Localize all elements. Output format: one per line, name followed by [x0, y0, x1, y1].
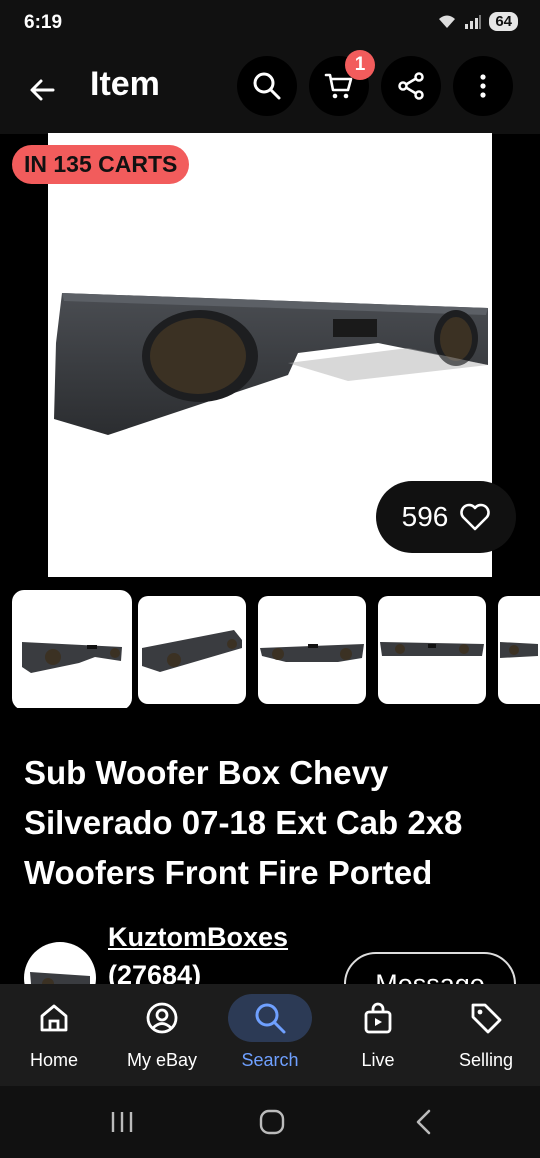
nav-home[interactable]: Home [0, 984, 108, 1086]
page-title: Item [90, 65, 160, 103]
image-thumbnail-strip[interactable] [0, 590, 540, 708]
watchers-count: 596 [401, 501, 449, 532]
back-button[interactable] [20, 68, 64, 112]
item-title: Sub Woofer Box Chevy Silverado 07-18 Ext… [24, 754, 463, 891]
signal-icon [465, 14, 482, 29]
thumbnail-5[interactable] [498, 596, 540, 704]
thumbnail-image [380, 642, 484, 656]
thumbnail-image [142, 630, 242, 672]
seller-name-link[interactable]: KuztomBoxes [108, 922, 288, 953]
user-circle-icon [146, 1002, 178, 1034]
thumbnail-image [22, 642, 122, 673]
nav-my-ebay[interactable]: My eBay [108, 984, 216, 1086]
wifi-icon [439, 15, 456, 28]
arrow-left-icon [30, 79, 55, 101]
recent-apps-icon [111, 1112, 133, 1132]
more-vertical-icon [480, 74, 486, 98]
nav-selling[interactable]: Selling [432, 984, 540, 1086]
nav-label: My eBay [126, 1050, 198, 1070]
nav-label: Search [241, 1050, 299, 1070]
bottom-navigation: Home My eBay Search Live Selling [0, 984, 540, 1086]
nav-selling-icon-wrap [444, 994, 528, 1042]
nav-label: Selling [458, 1050, 514, 1070]
thumbnail-1[interactable] [12, 590, 132, 708]
share-icon [398, 72, 424, 100]
nav-search-icon-wrap [228, 994, 312, 1042]
tag-icon [471, 1003, 502, 1034]
thumbnail-image [500, 642, 538, 658]
live-bag-icon [364, 1002, 392, 1034]
home-icon [40, 1004, 68, 1032]
in-carts-badge: IN 135 CARTS [12, 145, 190, 184]
nav-live-icon-wrap [336, 994, 420, 1042]
watch-button[interactable]: 596 [376, 481, 516, 553]
nav-label: Home [29, 1050, 78, 1070]
home-circle-icon [259, 1109, 285, 1135]
status-time: 6:19 [24, 12, 63, 33]
more-options-button[interactable] [453, 56, 513, 116]
share-button[interactable] [381, 56, 441, 116]
home-system-button[interactable] [252, 1102, 292, 1142]
cart-button[interactable]: 1 [309, 50, 375, 116]
status-icons: 64 [437, 12, 518, 31]
heart-icon [460, 503, 491, 531]
search-icon [253, 72, 281, 100]
chevron-left-icon [416, 1109, 431, 1135]
nav-live[interactable]: Live [324, 984, 432, 1086]
status-bar: 6:19 64 [0, 0, 540, 46]
cart-count-badge: 1 [345, 50, 375, 80]
back-system-button[interactable] [404, 1102, 444, 1142]
nav-home-icon-wrap [12, 994, 96, 1042]
nav-my-ebay-icon-wrap [120, 994, 204, 1042]
system-navigation-bar [0, 1086, 540, 1158]
thumbnail-2[interactable] [138, 596, 246, 704]
nav-label: Live [361, 1050, 395, 1070]
thumbnail-3[interactable] [258, 596, 366, 704]
recent-apps-button[interactable] [102, 1102, 142, 1142]
battery-indicator: 64 [489, 12, 518, 31]
search-icon [255, 1003, 286, 1034]
top-app-bar: Item 1 [0, 46, 540, 134]
thumbnail-4[interactable] [378, 596, 486, 704]
nav-search[interactable]: Search [216, 984, 324, 1086]
thumbnail-image [260, 644, 364, 662]
search-button[interactable] [237, 56, 297, 116]
